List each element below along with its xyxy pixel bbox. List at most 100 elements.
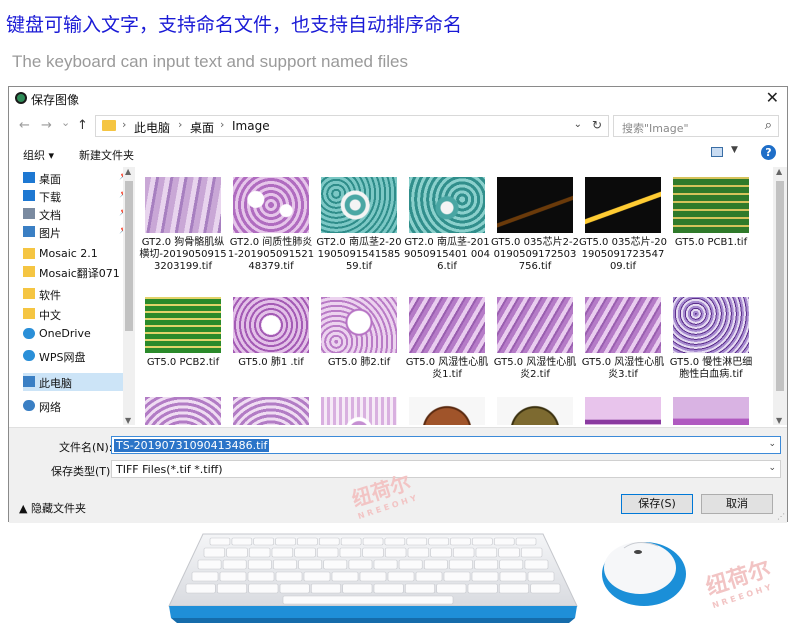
hide-folders-toggle[interactable]: ▲ 隐藏文件夹 <box>19 500 86 516</box>
forward-arrow-icon[interactable]: → <box>41 118 52 133</box>
address-bar[interactable]: › 此电脑 › 桌面 › Image ⌄ ↻ <box>95 115 609 137</box>
up-arrow-icon[interactable]: ↑ <box>77 118 88 133</box>
address-bar-row: ← → ⌄ ↑ › 此电脑 › 桌面 › Image ⌄ ↻ 搜索"Image"… <box>9 113 787 139</box>
sidebar-item[interactable]: OneDrive <box>23 325 135 343</box>
chevron-down-icon[interactable]: ⌄ <box>574 119 582 130</box>
keyboard-key <box>339 547 362 558</box>
sidebar-item-label: Mosaic翻译071 <box>39 267 120 280</box>
keyboard-key <box>362 537 384 546</box>
keyboard-key <box>359 571 387 582</box>
sidebar-item[interactable]: 桌面📌 <box>23 169 135 187</box>
breadcrumb-desktop[interactable]: 桌面 <box>190 119 214 136</box>
file-thumbnail[interactable] <box>409 177 485 233</box>
close-icon[interactable]: ✕ <box>766 88 779 107</box>
keyboard-key <box>436 583 467 594</box>
file-thumbnail[interactable] <box>145 297 221 353</box>
keyboard-key <box>294 547 316 558</box>
promo-caption-en: The keyboard can input text and support … <box>12 52 408 71</box>
organize-menu[interactable]: 组织 ▾ <box>23 147 54 163</box>
file-name-caption: GT5.0 风湿性心肌炎1.tif <box>405 357 489 380</box>
search-input[interactable]: 搜索"Image" ⌕ <box>613 115 779 137</box>
scroll-up-icon[interactable]: ▲ <box>776 167 782 176</box>
view-options-icon[interactable] <box>711 147 723 157</box>
keyboard-photo <box>168 533 578 623</box>
sidebar-item[interactable]: 文档📌 <box>23 205 135 223</box>
keyboard-key <box>430 547 452 558</box>
file-thumbnail[interactable] <box>585 177 661 233</box>
view-dropdown-icon[interactable]: ▼ <box>731 145 738 155</box>
back-arrow-icon[interactable]: ← <box>19 118 30 133</box>
file-thumbnail[interactable] <box>233 177 309 233</box>
cloud-icon <box>23 328 35 339</box>
file-thumbnail[interactable] <box>409 397 485 425</box>
sidebar-item-label: 中文 <box>39 309 61 322</box>
save-button[interactable]: 保存(S) <box>621 494 693 514</box>
search-icon[interactable]: ⌕ <box>765 118 772 133</box>
keyboard-key <box>271 547 294 558</box>
breadcrumb-image[interactable]: Image <box>232 119 270 133</box>
help-icon[interactable]: ? <box>761 145 776 160</box>
breadcrumb-separator-icon: › <box>220 118 225 131</box>
scroll-up-icon[interactable]: ▲ <box>125 167 131 176</box>
refresh-icon[interactable]: ↻ <box>592 118 602 132</box>
keyboard-key <box>475 547 498 558</box>
file-name-value[interactable]: TS-20190731090413486.tif <box>114 439 270 452</box>
file-thumbnail[interactable] <box>145 397 221 425</box>
chevron-down-icon[interactable]: ⌄ <box>768 439 776 449</box>
keyboard-key <box>248 559 272 570</box>
scroll-down-icon[interactable]: ▼ <box>125 416 131 425</box>
file-thumbnail[interactable] <box>497 177 573 233</box>
keyboard-key <box>216 583 247 594</box>
new-folder-button[interactable]: 新建文件夹 <box>79 147 134 163</box>
keyboard-key <box>405 583 435 594</box>
sidebar-item[interactable]: Mosaic翻译071 <box>23 263 135 281</box>
keyboard-key <box>428 537 449 546</box>
sidebar-item[interactable]: 中文 <box>23 305 135 323</box>
scrollbar-thumb[interactable] <box>776 181 784 391</box>
sidebar-item[interactable]: 网络 <box>23 397 135 415</box>
keyboard-key <box>472 537 493 546</box>
file-thumbnail[interactable] <box>409 297 485 353</box>
keyboard-key <box>185 583 216 594</box>
sidebar-item[interactable]: WPS网盘 <box>23 347 135 365</box>
keyboard-key <box>474 559 499 570</box>
file-type-label: 保存类型(T): <box>51 465 115 478</box>
file-type-select[interactable]: TIFF Files(*.tif *.tiff) ⌄ <box>111 460 781 478</box>
file-thumbnail[interactable] <box>585 397 661 425</box>
keyboard-key <box>362 547 384 558</box>
keyboard-key <box>493 537 515 546</box>
scroll-down-icon[interactable]: ▼ <box>776 416 782 425</box>
file-grid-scrollbar[interactable]: ▲ ▼ <box>773 167 787 425</box>
file-thumbnail[interactable] <box>321 397 397 425</box>
file-thumbnail[interactable] <box>497 297 573 353</box>
sidebar-item[interactable]: 此电脑 <box>23 373 135 391</box>
sidebar-item[interactable]: 软件 <box>23 285 135 303</box>
keyboard-key <box>387 571 415 582</box>
keyboard-key <box>373 583 404 594</box>
file-thumbnail[interactable] <box>585 297 661 353</box>
file-thumbnail[interactable] <box>233 397 309 425</box>
file-thumbnail[interactable] <box>673 397 749 425</box>
resize-grip-icon[interactable]: ⋰ <box>777 512 785 521</box>
file-thumbnail[interactable] <box>145 177 221 233</box>
file-thumbnail[interactable] <box>497 397 573 425</box>
file-thumbnail[interactable] <box>321 297 397 353</box>
cancel-button[interactable]: 取消 <box>701 494 773 514</box>
sidebar-item[interactable]: 下载📌 <box>23 187 135 205</box>
file-thumbnail[interactable] <box>673 177 749 233</box>
file-thumbnail[interactable] <box>673 297 749 353</box>
scrollbar-thumb[interactable] <box>125 181 133 331</box>
navigation-scrollbar[interactable]: ▲ ▼ <box>123 167 135 425</box>
sidebar-item-label: 下载 <box>39 191 61 204</box>
file-thumbnail[interactable] <box>233 297 309 353</box>
recent-locations-icon[interactable]: ⌄ <box>61 116 70 129</box>
keyboard-key <box>499 559 524 570</box>
sidebar-item[interactable]: Mosaic 2.1 <box>23 245 135 263</box>
sidebar-item[interactable]: 图片📌 <box>23 223 135 241</box>
keyboard-key <box>406 537 428 546</box>
file-thumbnail[interactable] <box>321 177 397 233</box>
file-name-input[interactable]: TS-20190731090413486.tif ⌄ <box>111 436 781 454</box>
sidebar-item-label: OneDrive <box>39 327 91 340</box>
breadcrumb-this-pc[interactable]: 此电脑 <box>134 119 170 136</box>
chevron-down-icon[interactable]: ⌄ <box>768 463 776 473</box>
